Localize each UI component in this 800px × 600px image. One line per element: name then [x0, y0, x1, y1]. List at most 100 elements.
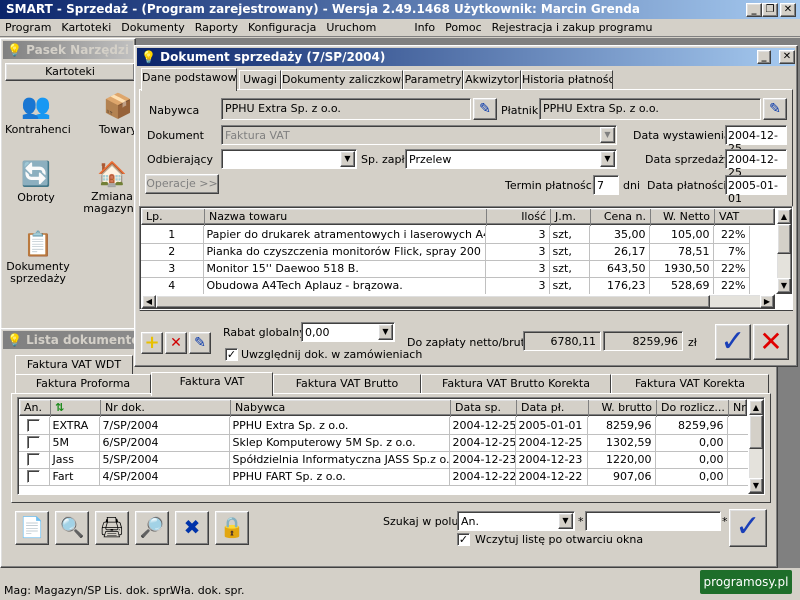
tab-akwizytor[interactable]: Akwizytor — [463, 70, 521, 90]
col-header-cena[interactable]: Cena n. — [590, 209, 650, 226]
operations-button[interactable]: Operacje >> — [145, 174, 219, 194]
col-header-nr-d[interactable]: Nr d — [728, 400, 750, 417]
tab-uwagi[interactable]: Uwagi — [239, 70, 281, 90]
col-header-w-brutto[interactable]: W. brutto — [588, 400, 656, 417]
tab-dane-podstawowe[interactable]: Dane podstawowe — [141, 68, 237, 91]
item-row[interactable]: 4 Obudowa A4Tech Aplauz - brązowa. 3 szt, 17… — [141, 277, 750, 294]
confirm-button[interactable]: ✓ — [715, 324, 751, 360]
chevron-down-icon[interactable]: ▼ — [600, 127, 615, 143]
tab-faktura-vat[interactable]: Faktura VAT — [151, 372, 273, 396]
row-checkbox-cell[interactable] — [19, 451, 50, 468]
tab-historia-platnosci[interactable]: Historia płatności — [521, 70, 613, 90]
row-checkbox[interactable] — [27, 453, 41, 466]
lock-button[interactable]: 🔒 — [215, 511, 249, 545]
grid-vscrollbar[interactable]: ▲ ▼ — [748, 399, 764, 494]
tab-faktura-vat-brutto-korekta[interactable]: Faktura VAT Brutto Korekta — [421, 374, 611, 394]
menu-item-4[interactable]: Konfiguracja — [243, 19, 321, 36]
items-vscrollbar[interactable]: ▲ ▼ — [776, 208, 792, 294]
buyer-edit-button[interactable]: ✎ — [473, 98, 497, 120]
tab-faktura-vat-wdt[interactable]: Faktura VAT WDT — [15, 355, 133, 375]
chevron-down-icon[interactable]: ▼ — [378, 324, 393, 340]
document-row[interactable]: Fart 4/SP/2004 PPHU FART Sp. z o.o. 2004-12… — [19, 468, 750, 485]
menu-item-3[interactable]: Raporty — [190, 19, 243, 36]
row-checkbox-cell[interactable] — [19, 468, 50, 485]
receiver-select[interactable]: ▼ — [221, 149, 357, 169]
scroll-down-button[interactable]: ▼ — [749, 478, 763, 493]
scroll-thumb[interactable] — [156, 295, 710, 308]
add-item-button[interactable]: + — [141, 332, 163, 354]
search-confirm-button[interactable]: ✓ — [729, 509, 767, 547]
toolbox-item-contractors[interactable]: 👥 Kontrahenci — [5, 89, 71, 136]
item-row[interactable]: 2 Pianka do czyszczenia monitorów Flick, … — [141, 243, 750, 260]
add-document-button[interactable]: 📄 — [15, 511, 49, 545]
close-button[interactable]: ✕ — [780, 3, 796, 17]
col-header-lp[interactable]: Lp. — [142, 209, 204, 226]
chevron-down-icon[interactable]: ▼ — [340, 151, 355, 167]
col-header-ilosc[interactable]: Ilość — [486, 209, 550, 226]
row-checkbox[interactable] — [27, 470, 41, 483]
col-header-nazwa[interactable]: Nazwa towaru — [204, 209, 486, 226]
doc-close-button[interactable]: ✕ — [779, 50, 795, 64]
row-checkbox[interactable] — [27, 436, 41, 449]
sale-date-field[interactable]: 2004-12-25 — [725, 149, 787, 179]
tab-faktura-proforma[interactable]: Faktura Proforma — [15, 374, 151, 394]
toolbox-item-turnover[interactable]: 🔄 Obroty — [5, 157, 67, 204]
items-hscrollbar[interactable]: ◀ ▶ — [141, 294, 775, 309]
col-header-nabywca[interactable]: Nabywca — [230, 400, 450, 417]
row-checkbox-cell[interactable] — [19, 434, 50, 451]
restore-button[interactable]: ❐ — [762, 3, 778, 17]
payment-select[interactable]: Przelew ▼ — [405, 149, 617, 169]
print-button[interactable]: 🖨 — [95, 511, 129, 545]
tab-faktura-vat-brutto[interactable]: Faktura VAT Brutto — [273, 374, 421, 394]
menu-item-6[interactable]: Info — [409, 19, 440, 36]
scroll-left-button[interactable]: ◀ — [142, 295, 156, 308]
issue-date-field[interactable]: 2004-12-25 — [725, 125, 787, 155]
doc-minimize-button[interactable]: _ — [757, 50, 771, 64]
edit-item-button[interactable]: ✎ — [189, 332, 211, 354]
col-header-vat[interactable]: VAT — [714, 209, 750, 226]
document-row[interactable]: 5M 6/SP/2004 Sklep Komputerowy 5M Sp. z o.… — [19, 434, 750, 451]
item-row[interactable]: 3 Monitor 15'' Daewoo 518 B. 3 szt, 643,50 19… — [141, 260, 750, 277]
col-header-jm[interactable]: J.m. — [550, 209, 590, 226]
menu-item-2[interactable]: Dokumenty — [116, 19, 189, 36]
chevron-down-icon[interactable]: ▼ — [558, 513, 573, 529]
scroll-up-button[interactable]: ▲ — [749, 400, 763, 415]
cancel-document-button[interactable]: ✖ — [175, 511, 209, 545]
toolbox-item-sales-docs[interactable]: 📋 Dokumenty sprzedaży — [5, 227, 71, 285]
preview-document-button[interactable]: 🔍 — [55, 511, 89, 545]
col-header-an[interactable]: An. — [20, 400, 50, 417]
col-header-sort[interactable]: ⇅ — [50, 400, 100, 417]
chevron-down-icon[interactable]: ▼ — [600, 151, 615, 167]
menu-item-0[interactable]: Program — [0, 19, 56, 36]
doctype-select[interactable]: Faktura VAT ▼ — [221, 125, 617, 145]
rabat-select[interactable]: 0,00 ▼ — [301, 322, 395, 342]
menu-item-1[interactable]: Kartoteki — [56, 19, 116, 36]
scroll-up-button[interactable]: ▲ — [777, 209, 791, 224]
col-header-do-rozlicz[interactable]: Do rozlicz... — [656, 400, 728, 417]
col-header-data-pl[interactable]: Data pł. — [516, 400, 588, 417]
tab-dokumenty-zaliczkowe[interactable]: Dokumenty zaliczkowe — [281, 70, 403, 90]
tab-faktura-vat-korekta[interactable]: Faktura VAT Korekta — [611, 374, 769, 394]
search-field-select[interactable]: An. ▼ — [457, 511, 575, 531]
paydate-field[interactable]: 2005-01-01 — [725, 175, 787, 205]
autoload-checkbox[interactable]: ✓ — [457, 533, 470, 546]
term-field[interactable]: 7 — [593, 175, 619, 195]
payer-edit-button[interactable]: ✎ — [763, 98, 787, 120]
row-checkbox-cell[interactable] — [19, 417, 50, 434]
scroll-right-button[interactable]: ▶ — [760, 295, 774, 308]
document-row[interactable]: Jass 5/SP/2004 Spółdzielnia Informatyczna … — [19, 451, 750, 468]
cancel-button[interactable]: ✕ — [753, 324, 789, 360]
toolbox-section-button[interactable]: Kartoteki — [5, 63, 135, 81]
row-checkbox[interactable] — [27, 418, 41, 432]
include-orders-checkbox[interactable]: ✓ — [225, 348, 238, 361]
delete-item-button[interactable]: ✕ — [165, 332, 187, 354]
menu-item-7[interactable]: Pomoc — [440, 19, 486, 36]
item-row[interactable]: 1 Papier do drukarek atramentowych i lase… — [141, 226, 750, 243]
col-header-nr-dok[interactable]: Nr dok. — [100, 400, 230, 417]
scroll-thumb[interactable] — [777, 224, 791, 254]
col-header-wnetto[interactable]: W. Netto — [650, 209, 714, 226]
search-input[interactable] — [585, 511, 721, 531]
scroll-down-button[interactable]: ▼ — [777, 278, 791, 293]
document-row[interactable]: EXTRA 7/SP/2004 PPHU Extra Sp. z o.o. 2004-… — [19, 417, 750, 434]
print-preview-button[interactable]: 🔎 — [135, 511, 169, 545]
